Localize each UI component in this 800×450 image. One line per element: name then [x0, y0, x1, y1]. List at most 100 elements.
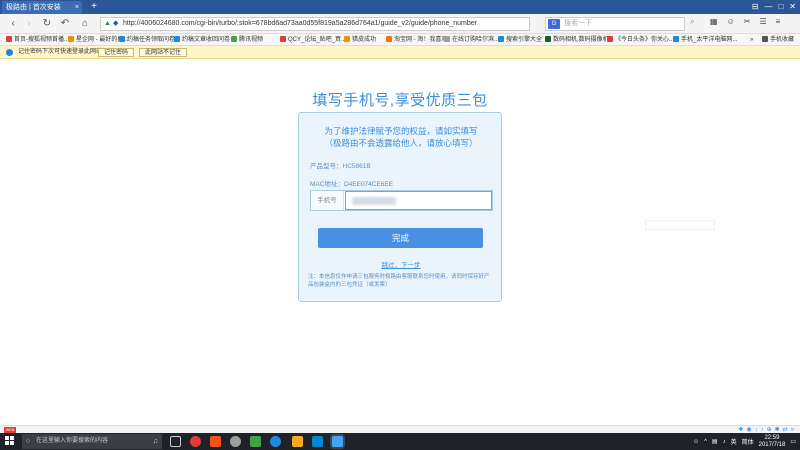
footnote: 注：本信息仅作申请三包服务时极路由客服联系您时使用，请同时保存好产品包装盒内的三…: [308, 274, 490, 288]
bookmark-item[interactable]: 手机_太平洋电脑网...: [673, 34, 738, 45]
search-submit-icon[interactable]: ⌕: [690, 17, 694, 27]
user-icon[interactable]: ☺: [727, 17, 735, 26]
bookmark-item[interactable]: 约稿任务领取问卷: [119, 34, 176, 45]
finish-button[interactable]: 完成: [318, 228, 483, 248]
bookmark-item[interactable]: 首页-搜狐视频首播...: [6, 34, 69, 45]
bookmarks-bar: 首页-搜狐视频首播... 星企网 - 最好的搜... 约稿任务领取问卷 约稿文章收回问…: [0, 34, 800, 46]
taskbar-search-input[interactable]: ○ 在这里输入你要搜索的内容 ♫: [22, 434, 162, 449]
bookmark-item[interactable]: 腾讯视频: [231, 34, 264, 45]
notice-line-2: （极路由不会透露给他人，请放心填写）: [324, 138, 478, 148]
store-icon[interactable]: [250, 436, 261, 447]
bookmark-item[interactable]: 在线订购哈尔滨...: [444, 34, 500, 45]
bookmark-label: 猎皮成功: [352, 37, 377, 43]
bookmark-label: 搜索引擎大全: [506, 37, 543, 43]
bookmark-item[interactable]: 约稿文章收回问卷: [174, 34, 231, 45]
window-controls: ⊟ — □ ✕: [752, 0, 796, 14]
menu-icon[interactable]: ≡: [776, 17, 781, 26]
bookmark-label: 《今日头条》你关心...: [615, 37, 675, 43]
bookmark-label: 约稿文章收回问卷: [182, 37, 231, 43]
notification-message: 记住密码下次可快速登录此网站: [18, 49, 103, 55]
bookmark-label: 约稿任务领取问卷: [127, 37, 176, 43]
bookmark-favicon-icon: [386, 36, 392, 42]
security-icon: ▲: [104, 20, 111, 27]
url-text: http://4006024680.com/cgi-bin/turbo/;sto…: [123, 20, 477, 27]
bookmark-label: 首页-搜狐视频首播...: [14, 37, 69, 43]
remember-password-button[interactable]: 记住密码: [98, 48, 135, 57]
bookmarks-overflow-icon[interactable]: »: [750, 34, 753, 45]
navigation-bar: ‹ › ↻ ↶ ⌂ ▲ ◆ http://4006024680.com/cgi-…: [0, 14, 800, 34]
product-model: 产品型号：HC5861B: [310, 163, 371, 170]
bookmark-favicon-icon: [231, 36, 237, 42]
task-view-icon[interactable]: [170, 436, 181, 447]
bookmark-favicon-icon: [607, 36, 613, 42]
ghost-input: [645, 220, 715, 230]
app2-icon[interactable]: [312, 436, 323, 447]
phone-input[interactable]: [345, 191, 492, 210]
bookmark-favicon-icon: [545, 36, 551, 42]
scissors-icon[interactable]: ✂: [744, 17, 751, 26]
bookmark-label: 腾讯视频: [239, 37, 264, 43]
list-icon[interactable]: ☰: [759, 17, 766, 26]
people-icon[interactable]: ☺: [693, 439, 699, 445]
search-engine-icon[interactable]: G: [548, 19, 560, 29]
clock[interactable]: 22:59 2017/7/18: [759, 435, 786, 449]
bookmark-favicon-icon: [280, 36, 286, 42]
bookmark-item[interactable]: QCY_论坛_贴吧_買...: [280, 34, 346, 45]
new-tab-button[interactable]: +: [86, 1, 102, 13]
forward-icon[interactable]: ›: [22, 17, 36, 31]
bookmark-favicon-icon: [119, 36, 125, 42]
windows-start-icon[interactable]: [5, 436, 15, 446]
undo-icon[interactable]: ↶: [58, 17, 72, 31]
tab-close-icon[interactable]: ×: [75, 1, 79, 14]
bookmark-label: 手机_太平洋电脑网...: [681, 37, 738, 43]
extension-icon[interactable]: ▦: [710, 17, 718, 26]
notification-center-icon[interactable]: ▭: [790, 438, 796, 445]
minimize-icon[interactable]: —: [764, 0, 772, 14]
bookmark-favicon-icon: [444, 36, 450, 42]
skip-link[interactable]: 跳过，下一步: [299, 259, 503, 269]
browser-taskbar-icon[interactable]: [332, 436, 343, 447]
title-bar: 极路由 | 首次安装 × + ⊟ — □ ✕: [0, 0, 800, 14]
page-content: 填写手机号,享受优质三包 为了维护法律赋予您的权益，请如实填写 （极路由不会透露…: [0, 59, 800, 425]
bookmark-item[interactable]: 手机收藏: [762, 34, 794, 45]
language-indicator[interactable]: 简体: [742, 437, 754, 446]
ime-indicator[interactable]: 英: [731, 437, 737, 446]
never-remember-button[interactable]: 此网站不记住: [139, 48, 188, 57]
bookmark-favicon-icon: [498, 36, 504, 42]
volume-icon[interactable]: ♪: [723, 439, 726, 445]
microphone-icon[interactable]: ♫: [153, 434, 158, 449]
back-icon[interactable]: ‹: [6, 17, 20, 31]
network-icon[interactable]: ▤: [712, 438, 718, 445]
maximize-icon[interactable]: □: [778, 0, 783, 14]
skin-icon[interactable]: ⊟: [752, 0, 759, 14]
bookmark-item[interactable]: 数码相机,数码摄像机...: [545, 34, 614, 45]
taskbar-search-placeholder: 在这里输入你要搜索的内容: [36, 438, 109, 444]
bookmark-item[interactable]: 淘宝网 - 淘！我喜欢: [386, 34, 447, 45]
password-notification-bar: 记住密码下次可快速登录此网站 记住密码 此网站不记住: [0, 46, 800, 59]
bookmark-favicon-icon: [762, 36, 768, 42]
game-icon[interactable]: [230, 436, 241, 447]
bookmark-item[interactable]: 猎皮成功: [344, 34, 377, 45]
weibo-icon[interactable]: [190, 436, 201, 447]
refresh-icon[interactable]: ↻: [40, 17, 54, 31]
app-icon[interactable]: [210, 436, 221, 447]
address-bar[interactable]: ▲ ◆ http://4006024680.com/cgi-bin/turbo/…: [100, 17, 530, 31]
tray-expand-icon[interactable]: ^: [704, 439, 707, 445]
phone-label: 手机号: [311, 191, 344, 210]
search-input[interactable]: G 搜索一下: [545, 17, 685, 31]
page-title: 填写手机号,享受优质三包: [312, 92, 488, 109]
home-icon[interactable]: ⌂: [78, 17, 92, 31]
close-icon[interactable]: ✕: [789, 0, 796, 14]
system-tray: ☺ ^ ▤ ♪ 英 简体 22:59 2017/7/18 ▭: [693, 433, 796, 450]
bookmark-item[interactable]: 搜索引擎大全: [498, 34, 543, 45]
file-explorer-icon[interactable]: [292, 436, 303, 447]
bookmark-label: 数码相机,数码摄像机...: [553, 37, 614, 43]
bookmark-label: 在线订购哈尔滨...: [452, 37, 500, 43]
tab-active[interactable]: 极路由 | 首次安装 ×: [2, 1, 82, 14]
phone-form-card: 为了维护法律赋予您的权益，请如实填写 （极路由不会透露给他人，请放心填写） 产品…: [298, 112, 502, 302]
info-icon: [6, 49, 13, 56]
status-bar: WEB ✚ ◉ ↓ ♪ ⊕ ✱ ⇄ »: [0, 425, 800, 433]
bookmark-item[interactable]: 《今日头条》你关心...: [607, 34, 675, 45]
phone-field: 手机号: [310, 190, 493, 211]
edge-icon[interactable]: [270, 436, 281, 447]
